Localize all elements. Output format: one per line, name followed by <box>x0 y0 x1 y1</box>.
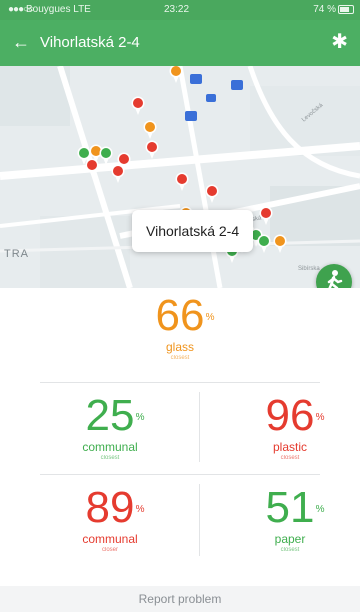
divider <box>40 382 320 383</box>
district-label: TRA <box>4 248 29 260</box>
divider <box>40 474 320 475</box>
map-pin-icon[interactable] <box>169 66 183 84</box>
map-view[interactable]: Vihorlatská Levočská Sibírska TRA Vihorl… <box>0 66 360 288</box>
stat-communal-1[interactable]: 25% communal closest <box>40 392 180 462</box>
stat-paper[interactable]: 51% paper closest <box>220 484 360 554</box>
carrier-label: Bouygues LTE <box>26 4 91 15</box>
stat-sub: closest <box>100 455 120 461</box>
back-arrow-icon[interactable]: ← <box>12 32 30 52</box>
stat-value: 51% <box>265 483 325 532</box>
stat-plastic[interactable]: 96% plastic closest <box>220 392 360 462</box>
stat-value: 89% <box>85 483 145 532</box>
stat-value: 66% <box>155 291 215 340</box>
map-pin-icon[interactable] <box>99 146 113 166</box>
nav-header: ← Vihorlatská 2-4 ✱ <box>0 20 360 66</box>
map-pin-icon[interactable] <box>259 206 273 226</box>
stat-label: communal <box>82 532 138 546</box>
clock: 23:22 <box>164 4 190 15</box>
map-pin-icon[interactable] <box>131 96 145 116</box>
map-pin-icon[interactable] <box>111 164 125 184</box>
map-pin-icon[interactable] <box>273 234 287 254</box>
battery-percent: 74 % <box>313 4 336 15</box>
stat-value: 96% <box>265 391 325 440</box>
map-pin-icon[interactable] <box>145 140 159 160</box>
gear-icon[interactable]: ✱ <box>331 31 348 53</box>
stat-communal-2[interactable]: 89% communal closer <box>40 484 180 554</box>
fill-level-panel: 66% glass closest 25% communal closest 9… <box>0 288 360 612</box>
stat-featured[interactable]: 66% glass closest <box>120 292 240 362</box>
stat-sub: closest <box>170 355 190 361</box>
stat-sub: closest <box>280 547 300 553</box>
app-screen: ●●●○○ Bouygues LTE 23:22 74 % ← Vihorlat… <box>0 0 360 612</box>
report-problem-button[interactable]: Report problem <box>0 586 360 612</box>
map-pin-icon[interactable] <box>257 234 271 254</box>
stat-sub: closer <box>101 547 118 553</box>
battery-icon <box>338 5 354 14</box>
stat-value: 25% <box>85 391 145 440</box>
divider <box>199 392 200 462</box>
stat-label: paper <box>274 532 306 546</box>
map-pin-icon[interactable] <box>143 120 157 140</box>
map-pin-icon[interactable] <box>205 184 219 204</box>
stat-label: plastic <box>272 440 307 454</box>
location-callout[interactable]: Vihorlatská 2-4 <box>132 210 254 252</box>
status-bar: ●●●○○ Bouygues LTE 23:22 74 % <box>0 0 360 20</box>
map-pin-icon[interactable] <box>85 158 99 178</box>
stat-sub: closest <box>280 455 300 461</box>
page-title: Vihorlatská 2-4 <box>40 34 140 51</box>
divider <box>199 484 200 556</box>
map-pin-icon[interactable] <box>175 172 189 192</box>
stat-label: communal <box>82 440 138 454</box>
stat-label: glass <box>165 340 194 354</box>
